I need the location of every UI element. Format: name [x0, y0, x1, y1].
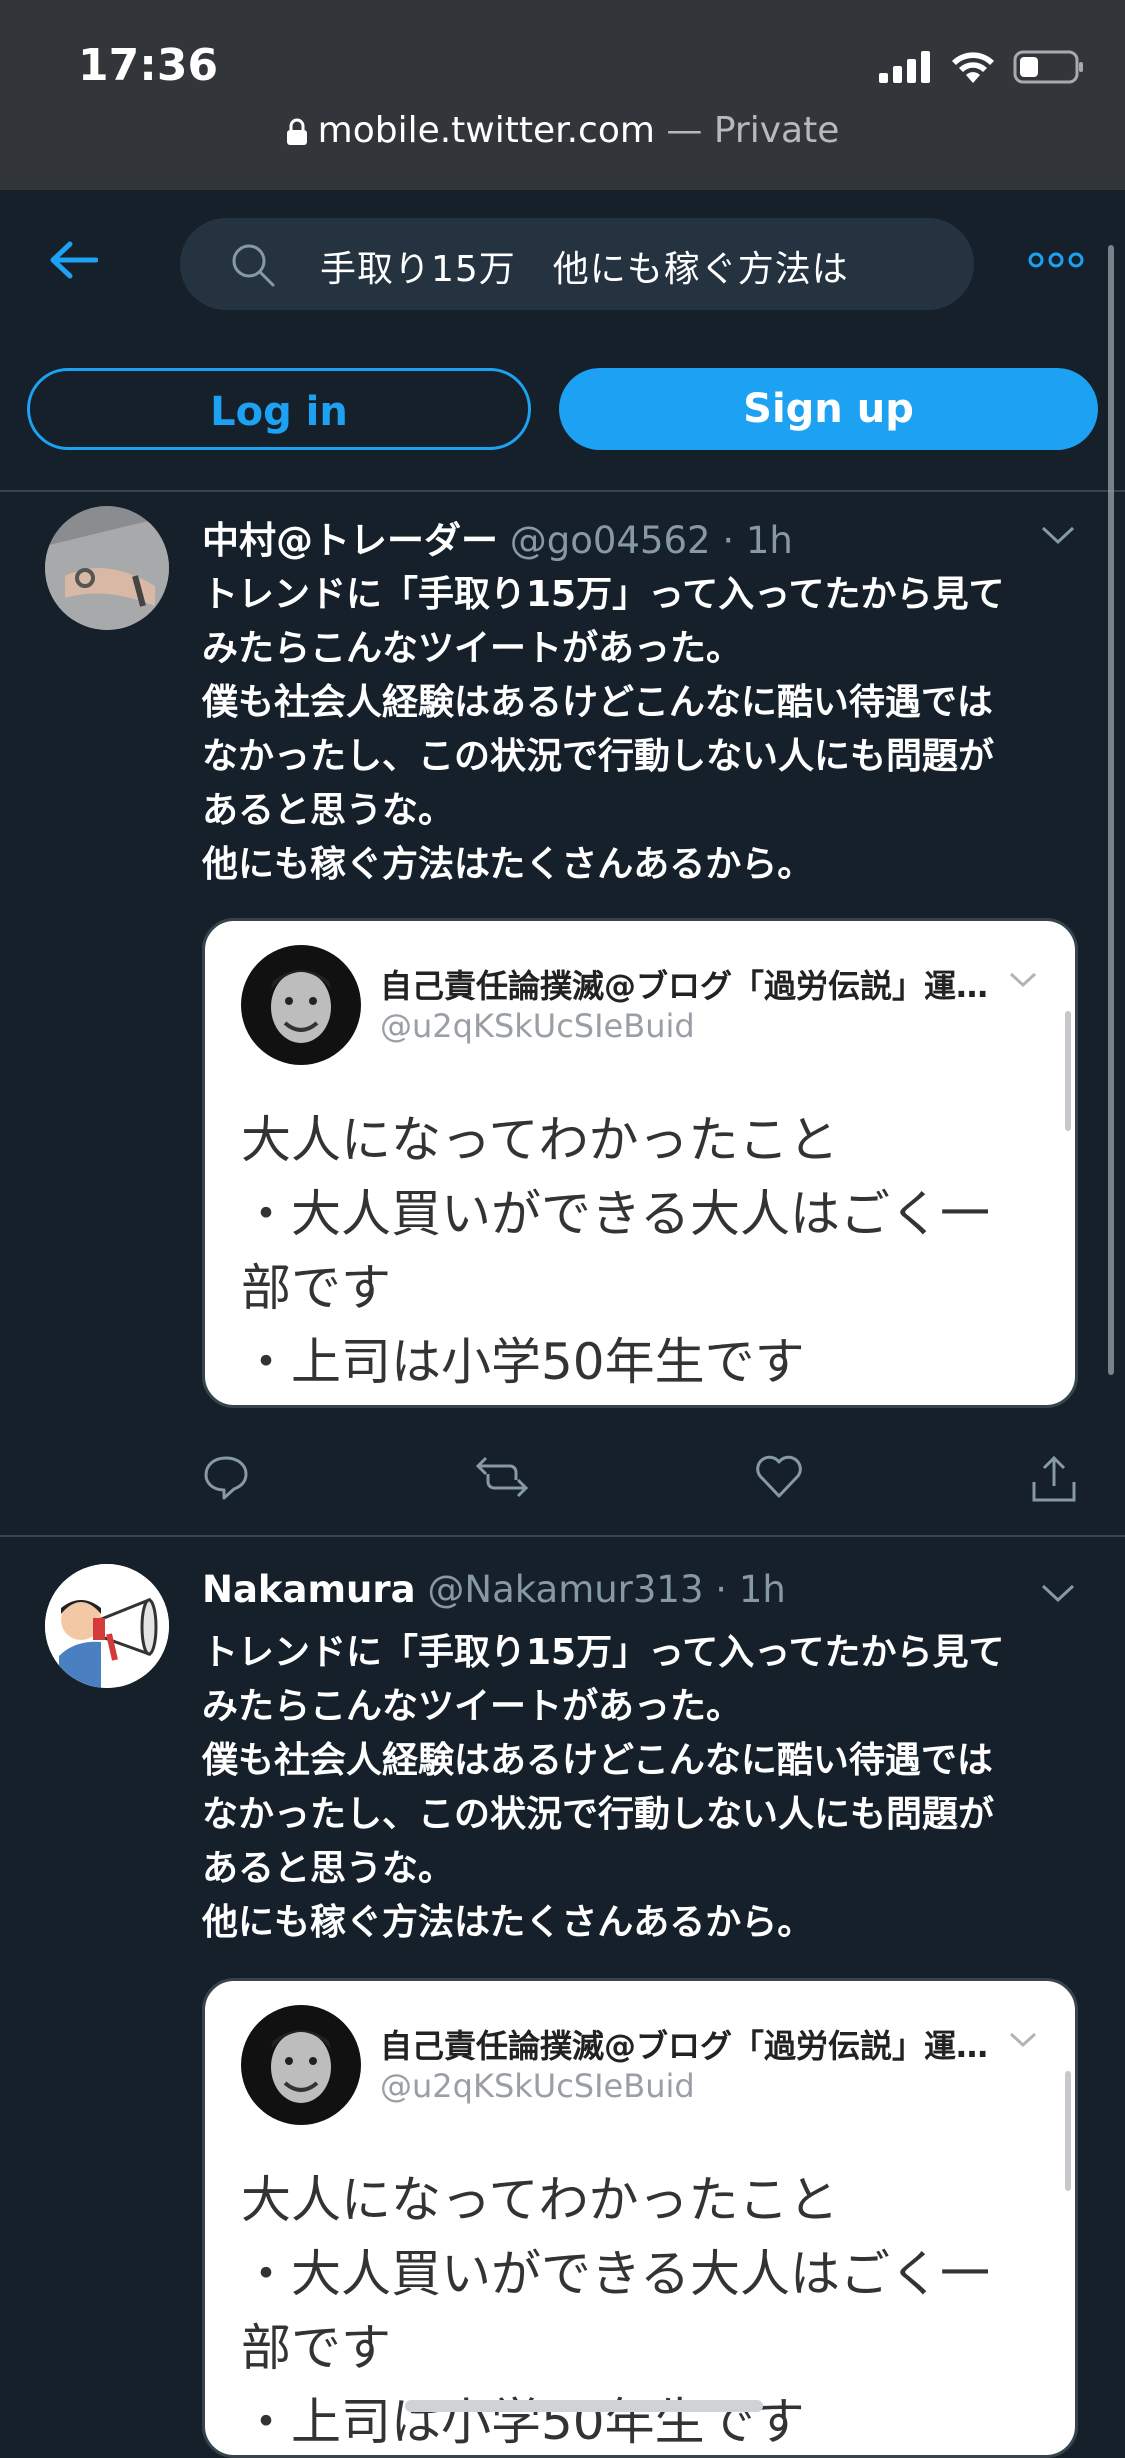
tweet-header: 中村@トレーダー @go04562 · 1h — [202, 510, 793, 564]
tweet-actions — [0, 1454, 1125, 1514]
quote-display-name: 自己責任論撲滅@ブログ「過労伝説」運… — [380, 2027, 989, 2065]
chevron-down-icon — [1009, 972, 1037, 988]
cellular-signal-icon — [879, 51, 930, 83]
quote-avatar — [241, 2005, 361, 2125]
quote-avatar — [241, 945, 361, 1065]
signup-button[interactable]: Sign up — [559, 368, 1098, 450]
username[interactable]: @go04562 — [510, 519, 711, 562]
private-label: Private — [713, 110, 840, 151]
login-button[interactable]: Log in — [27, 368, 531, 450]
display-name[interactable]: 中村@トレーダー — [202, 519, 498, 562]
home-indicator[interactable] — [405, 2400, 763, 2412]
like-icon[interactable] — [754, 1454, 804, 1500]
battery-icon — [1013, 50, 1083, 84]
retweet-icon[interactable] — [474, 1454, 530, 1500]
wifi-icon — [952, 52, 994, 83]
chevron-down-icon[interactable] — [1040, 1582, 1076, 1604]
quote-text: 大人になってわかったこと ・大人買いができる大人はごく一 部です ・上司は小学5… — [241, 1111, 990, 1391]
quoted-image[interactable]: 自己責任論撲滅@ブログ「過労伝説」運… @u2qKSkUcSIeBuid 大人に… — [202, 1978, 1078, 2458]
lock-icon — [286, 118, 307, 145]
quote-username: @u2qKSkUcSIeBuid — [380, 1007, 695, 1045]
search-query: 手取り15万 他にも稼ぐ方法は — [320, 249, 849, 290]
back-arrow-icon[interactable] — [48, 240, 98, 280]
quote-scrollbar — [1065, 2071, 1071, 2191]
url-text: mobile.twitter.com — [317, 110, 655, 151]
chevron-down-icon — [1009, 2032, 1037, 2048]
quote-username: @u2qKSkUcSIeBuid — [380, 2067, 695, 2105]
username[interactable]: @Nakamur313 — [427, 1568, 703, 1611]
tweet-divider — [0, 1535, 1125, 1537]
reply-icon[interactable] — [202, 1454, 250, 1500]
browser-chrome: 17:36 mobile.twitter.com — Private — [0, 0, 1125, 190]
url-separator: — — [654, 110, 714, 151]
display-name[interactable]: Nakamura — [202, 1568, 416, 1611]
tweet-text: トレンドに「手取り15万」って入ってたから見て みたらこんなツイートがあった。 … — [202, 1632, 1005, 1943]
search-input[interactable]: 手取り15万 他にも稼ぐ方法は — [180, 218, 974, 310]
quote-text: 大人になってわかったこと ・大人買いができる大人はごく一 部です ・上司は小学5… — [241, 2171, 990, 2451]
more-options-icon[interactable] — [1028, 250, 1084, 270]
timestamp[interactable]: · 1h — [715, 1568, 786, 1611]
status-time: 17:36 — [78, 40, 219, 91]
avatar[interactable] — [45, 1564, 169, 1688]
status-icons — [879, 50, 1085, 84]
quote-display-name: 自己責任論撲滅@ブログ「過労伝説」運… — [380, 967, 989, 1005]
quote-scrollbar — [1065, 1011, 1071, 1131]
search-icon — [232, 244, 275, 287]
tweet-text: トレンドに「手取り15万」って入ってたから見て みたらこんなツイートがあった。 … — [202, 574, 1005, 885]
quoted-image[interactable]: 自己責任論撲滅@ブログ「過労伝説」運… @u2qKSkUcSIeBuid 大人に… — [202, 918, 1078, 1408]
address-bar[interactable]: mobile.twitter.com — Private — [0, 110, 1125, 151]
timestamp[interactable]: · 1h — [722, 519, 793, 562]
share-icon[interactable] — [1030, 1454, 1078, 1504]
page-scrollbar[interactable] — [1108, 245, 1114, 1375]
avatar[interactable] — [45, 506, 169, 630]
chevron-down-icon[interactable] — [1040, 524, 1076, 546]
tweet-header: Nakamura @Nakamur313 · 1h — [202, 1568, 786, 1611]
